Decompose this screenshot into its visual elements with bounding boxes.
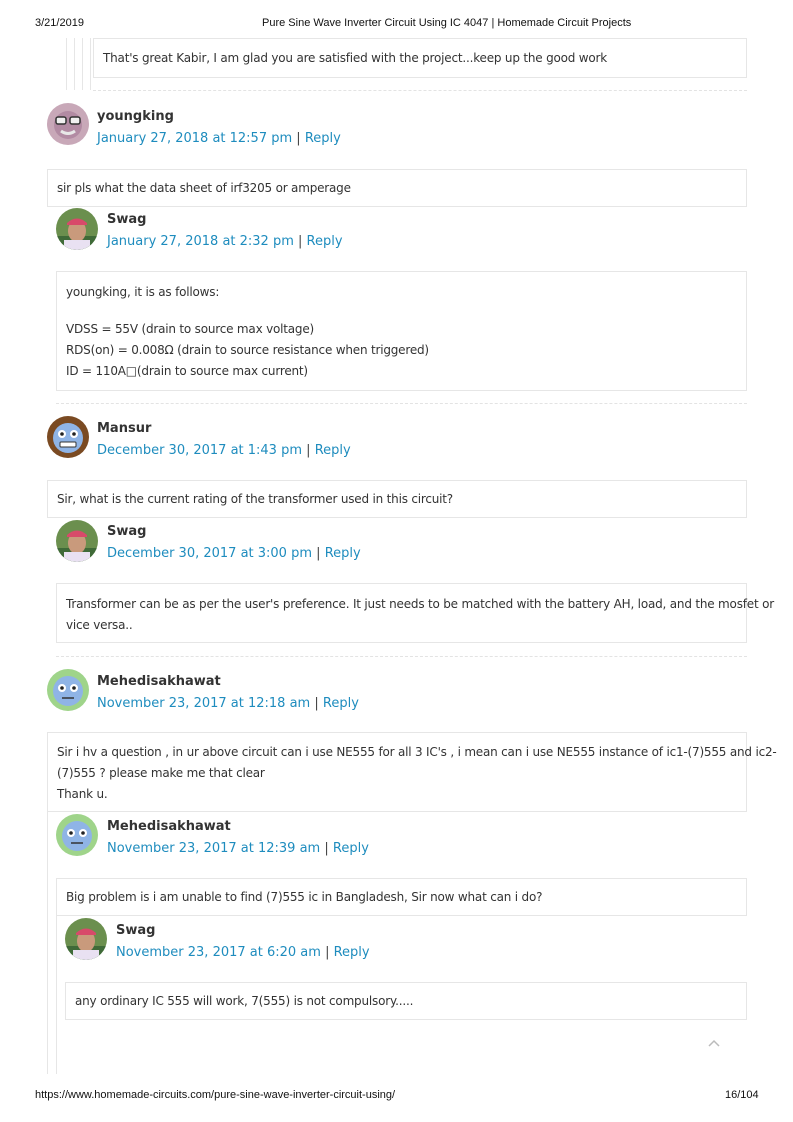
avatar-swag <box>56 208 98 250</box>
comment-author[interactable]: Mehedisakhawat <box>107 819 231 834</box>
comment-body: youngking, it is as follows: VDSS = 55V … <box>56 271 747 391</box>
comment-meta: December 30, 2017 at 3:00 pm | Reply <box>107 546 361 561</box>
comment-text: vice versa.. <box>66 618 133 632</box>
page-number: 16/104 <box>725 1089 759 1101</box>
thread-guide-line <box>56 916 57 1074</box>
avatar-swag <box>65 918 107 960</box>
comment-date-link[interactable]: December 30, 2017 at 1:43 pm <box>97 443 302 458</box>
page-url: https://www.homemade-circuits.com/pure-s… <box>35 1089 396 1101</box>
comment-text: Transformer can be as per the user's pre… <box>66 597 774 611</box>
comment-author[interactable]: Swag <box>107 212 146 227</box>
reply-link[interactable]: Reply <box>323 696 359 711</box>
reply-link[interactable]: Reply <box>333 841 369 856</box>
comment-body: Big problem is i am unable to find (7)55… <box>56 878 747 916</box>
avatar-swag <box>56 520 98 562</box>
comment-text: ID = 110A□(drain to source max current) <box>66 364 308 378</box>
comment-text: Thank u. <box>57 787 108 801</box>
comment-meta: January 27, 2018 at 12:57 pm | Reply <box>97 131 341 146</box>
scroll-to-top-icon[interactable] <box>706 1036 722 1048</box>
comment-meta: November 23, 2017 at 6:20 am | Reply <box>116 945 370 960</box>
comment-date-link[interactable]: November 23, 2017 at 12:18 am <box>97 696 310 711</box>
thread-guide-line <box>74 38 75 90</box>
comment-author[interactable]: youngking <box>97 109 174 124</box>
comment-text: any ordinary IC 555 will work, 7(555) is… <box>75 994 414 1008</box>
comment-text: That's great Kabir, I am glad you are sa… <box>103 51 608 65</box>
comment-author[interactable]: Swag <box>116 923 155 938</box>
comment-meta: January 27, 2018 at 2:32 pm | Reply <box>107 234 343 249</box>
comment-text: VDSS = 55V (drain to source max voltage) <box>66 322 315 336</box>
reply-link[interactable]: Reply <box>325 546 361 561</box>
comment-divider <box>93 90 747 91</box>
comment-divider <box>56 656 747 657</box>
comment-date-link[interactable]: November 23, 2017 at 6:20 am <box>116 945 321 960</box>
comment-meta: December 30, 2017 at 1:43 pm | Reply <box>97 443 351 458</box>
print-date: 3/21/2019 <box>35 17 84 29</box>
avatar-mansur <box>47 416 89 458</box>
comment-text: RDS(on) = 0.008Ω (drain to source resist… <box>66 343 429 357</box>
avatar-youngking <box>47 103 89 145</box>
comment-text: Big problem is i am unable to find (7)55… <box>66 890 543 904</box>
comment-body: Sir, what is the current rating of the t… <box>47 480 747 518</box>
meta-separator: | <box>298 234 303 249</box>
thread-guide-line <box>90 38 91 90</box>
comment-meta: November 23, 2017 at 12:18 am | Reply <box>97 696 359 711</box>
comment-text: youngking, it is as follows: <box>66 285 220 299</box>
comment-body: That's great Kabir, I am glad you are sa… <box>93 38 747 78</box>
comment-date-link[interactable]: January 27, 2018 at 12:57 pm <box>97 131 292 146</box>
comment-text: (7)555 ? please make me that clear <box>57 766 265 780</box>
comment-body: Sir i hv a question , in ur above circui… <box>47 732 777 812</box>
comment-body: any ordinary IC 555 will work, 7(555) is… <box>65 982 747 1020</box>
comment-body: sir pls what the data sheet of irf3205 o… <box>47 169 747 207</box>
meta-separator: | <box>316 546 321 561</box>
page-title: Pure Sine Wave Inverter Circuit Using IC… <box>262 17 632 29</box>
avatar-mehedisakhawat <box>56 814 98 856</box>
comment-text: sir pls what the data sheet of irf3205 o… <box>57 181 351 195</box>
comment-date-link[interactable]: November 23, 2017 at 12:39 am <box>107 841 320 856</box>
thread-guide-line <box>66 38 67 90</box>
comment-author[interactable]: Mehedisakhawat <box>97 674 221 689</box>
comment-author[interactable]: Swag <box>107 524 146 539</box>
comment-divider <box>56 403 747 404</box>
meta-separator: | <box>306 443 311 458</box>
comment-date-link[interactable]: January 27, 2018 at 2:32 pm <box>107 234 294 249</box>
meta-separator: | <box>324 841 329 856</box>
avatar-mehedisakhawat <box>47 669 89 711</box>
reply-link[interactable]: Reply <box>305 131 341 146</box>
thread-guide-line <box>47 812 48 1074</box>
comment-meta: November 23, 2017 at 12:39 am | Reply <box>107 841 369 856</box>
comment-date-link[interactable]: December 30, 2017 at 3:00 pm <box>107 546 312 561</box>
meta-separator: | <box>314 696 319 711</box>
thread-guide-line <box>82 38 83 90</box>
meta-separator: | <box>296 131 301 146</box>
comment-text: Sir, what is the current rating of the t… <box>57 492 453 506</box>
meta-separator: | <box>325 945 330 960</box>
comment-body: Transformer can be as per the user's pre… <box>56 583 774 643</box>
reply-link[interactable]: Reply <box>307 234 343 249</box>
comment-text: Sir i hv a question , in ur above circui… <box>57 745 777 759</box>
reply-link[interactable]: Reply <box>334 945 370 960</box>
comment-author[interactable]: Mansur <box>97 421 151 436</box>
reply-link[interactable]: Reply <box>315 443 351 458</box>
